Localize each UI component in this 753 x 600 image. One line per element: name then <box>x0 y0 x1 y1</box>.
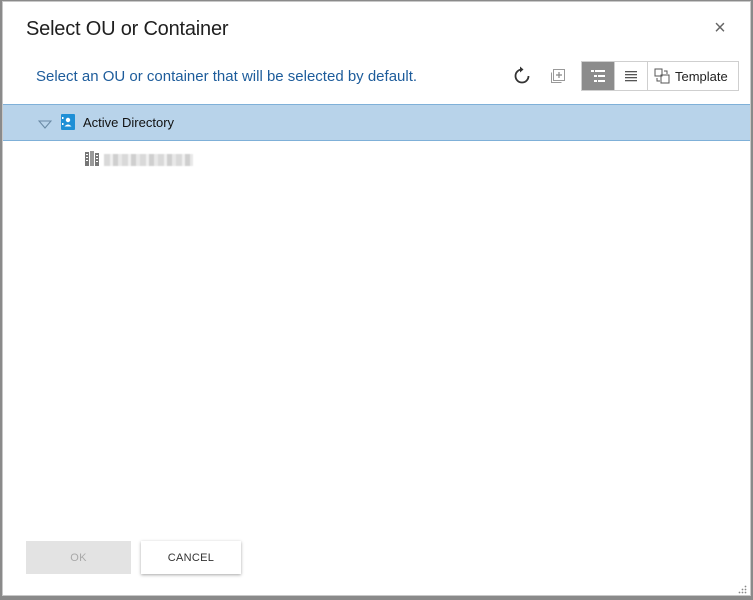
template-label: Template <box>675 68 728 84</box>
list-view-icon <box>625 71 637 82</box>
tree-view-button[interactable] <box>582 62 614 90</box>
active-directory-icon <box>61 114 75 135</box>
ou-tree: Active Directory <box>3 104 750 177</box>
domain-icon <box>85 151 99 172</box>
tree-node-active-directory[interactable]: Active Directory <box>3 104 750 141</box>
ok-button[interactable]: OK <box>26 541 131 574</box>
collapse-arrow-icon[interactable] <box>37 117 53 135</box>
close-button[interactable]: × <box>710 18 730 38</box>
dialog-title: Select OU or Container <box>26 18 229 40</box>
resize-grip-icon[interactable] <box>737 582 747 594</box>
view-toggle-group: Template <box>581 61 739 91</box>
dialog-subtitle: Select an OU or container that will be s… <box>36 68 418 85</box>
template-icon <box>654 68 670 84</box>
tree-view-icon <box>591 70 605 82</box>
redacted-domain-name <box>104 154 193 166</box>
tree-node-domain[interactable] <box>3 141 750 177</box>
template-button[interactable]: Template <box>647 62 738 90</box>
select-ou-dialog: Select OU or Container × Select an OU or… <box>2 1 751 596</box>
expand-all-icon[interactable] <box>547 65 569 87</box>
refresh-icon[interactable] <box>511 65 533 87</box>
tree-node-label: Active Directory <box>83 115 175 130</box>
list-view-button[interactable] <box>614 62 647 90</box>
cancel-button[interactable]: CANCEL <box>141 541 241 574</box>
